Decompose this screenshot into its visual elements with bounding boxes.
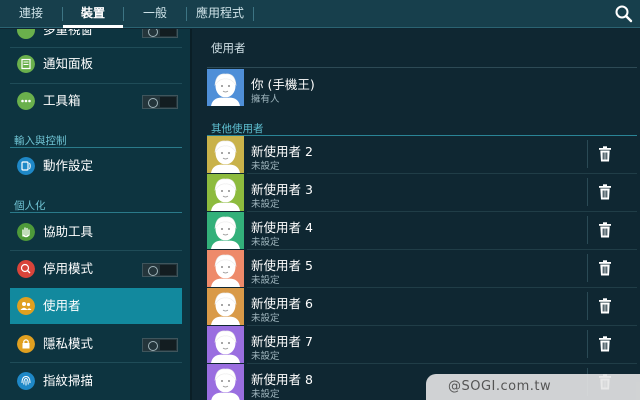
notification-panel-icon [17, 55, 35, 73]
hand-icon [17, 223, 35, 241]
nav-item-notification-panel[interactable]: 通知面板 [10, 46, 182, 82]
nav-item-users[interactable]: 使用者 [10, 288, 182, 324]
nav-item-label: 工具箱 [43, 93, 81, 108]
tab-general[interactable]: 一般 [124, 0, 186, 27]
avatar [207, 326, 244, 363]
user-status: 未設定 [251, 199, 280, 210]
person-icon [207, 250, 244, 287]
row-divider [587, 140, 588, 168]
multi-window-toggle[interactable] [142, 29, 178, 38]
user-status: 未設定 [251, 275, 280, 286]
lock-icon [17, 335, 35, 353]
person-icon [207, 212, 244, 249]
row-divider [587, 330, 588, 358]
user-row[interactable]: 新使用者 2 未設定 [207, 136, 637, 174]
nav-item-label: 隱私模式 [43, 336, 94, 351]
nav-item-label: 通知面板 [43, 56, 94, 71]
user-status: 未設定 [251, 351, 280, 362]
users-settings-panel: 使用者 你 (手機王) 擁有人 其他使用者 新使用者 2 未設定 新使用者 3 未設定… [192, 29, 640, 400]
delete-user-button[interactable] [598, 298, 612, 314]
user-status: 未設定 [251, 237, 280, 248]
user-status: 未設定 [251, 161, 280, 172]
delete-user-button[interactable] [598, 336, 612, 352]
user-row[interactable]: 新使用者 5 未設定 [207, 250, 637, 288]
user-row[interactable]: 新使用者 3 未設定 [207, 174, 637, 212]
search-icon[interactable] [614, 4, 634, 24]
delete-user-button[interactable] [598, 222, 612, 238]
person-icon [207, 326, 244, 363]
person-icon [207, 174, 244, 211]
user-status: 未設定 [251, 389, 280, 400]
nav-item-label: 動作設定 [43, 158, 94, 173]
section-divider [10, 212, 182, 213]
blocking-mode-icon [17, 260, 35, 278]
avatar [207, 136, 244, 173]
person-icon [207, 69, 244, 106]
blocking-mode-toggle[interactable] [142, 263, 178, 277]
toolbox-icon [17, 92, 35, 110]
users-icon [17, 297, 35, 315]
nav-item-blocking-mode[interactable]: 停用模式 [10, 251, 182, 287]
avatar [207, 364, 244, 400]
nav-item-private-mode[interactable]: 隱私模式 [10, 326, 182, 362]
tab-device[interactable]: 裝置 [63, 0, 123, 28]
owner-user-row[interactable]: 你 (手機王) 擁有人 [207, 69, 637, 109]
row-divider [587, 216, 588, 244]
nav-item-fingerprint[interactable]: 指紋掃描 [10, 363, 182, 399]
toolbox-toggle[interactable] [142, 95, 178, 109]
row-divider [587, 292, 588, 320]
section-header-input-control: 輸入與控制 [14, 135, 67, 147]
delete-user-button[interactable] [598, 146, 612, 162]
delete-user-button[interactable] [598, 184, 612, 200]
avatar [207, 212, 244, 249]
watermark: @SOGI.com.tw [426, 374, 640, 400]
user-row[interactable]: 新使用者 7 未設定 [207, 326, 637, 364]
person-icon [207, 364, 244, 400]
avatar [207, 288, 244, 325]
tab-divider [253, 7, 254, 21]
settings-category-list: 多重視窗 通知面板 工具箱 輸入與控制 動作設定 個人化 協助工具 停用模式 使… [0, 29, 190, 400]
section-header-personalization: 個人化 [14, 200, 46, 212]
multi-window-icon [17, 29, 35, 39]
avatar [207, 69, 244, 106]
row-divider [587, 254, 588, 282]
row-divider [587, 178, 588, 206]
nav-item-motion[interactable]: 動作設定 [10, 148, 182, 184]
fingerprint-icon [17, 372, 35, 390]
nav-item-label: 停用模式 [43, 261, 94, 276]
nav-item-toolbox[interactable]: 工具箱 [10, 83, 182, 119]
nav-item-label: 協助工具 [43, 224, 94, 239]
avatar [207, 174, 244, 211]
private-mode-toggle[interactable] [142, 338, 178, 352]
person-icon [207, 136, 244, 173]
nav-item-accessibility[interactable]: 協助工具 [10, 214, 182, 250]
person-icon [207, 288, 244, 325]
tab-applications[interactable]: 應用程式 [187, 0, 253, 27]
nav-item-label: 指紋掃描 [43, 373, 94, 388]
user-status: 未設定 [251, 313, 280, 324]
user-row[interactable]: 新使用者 4 未設定 [207, 212, 637, 250]
avatar [207, 250, 244, 287]
section-header-other-users: 其他使用者 [211, 123, 264, 135]
delete-user-button[interactable] [598, 260, 612, 276]
nav-item-label: 使用者 [43, 298, 81, 313]
motion-icon [17, 157, 35, 175]
user-row[interactable]: 新使用者 6 未設定 [207, 288, 637, 326]
page-title: 使用者 [211, 41, 246, 55]
top-tab-bar: 連接 裝置 一般 應用程式 [0, 0, 640, 28]
tab-connections[interactable]: 連接 [0, 0, 62, 27]
owner-role: 擁有人 [251, 94, 280, 105]
title-divider [207, 67, 637, 68]
